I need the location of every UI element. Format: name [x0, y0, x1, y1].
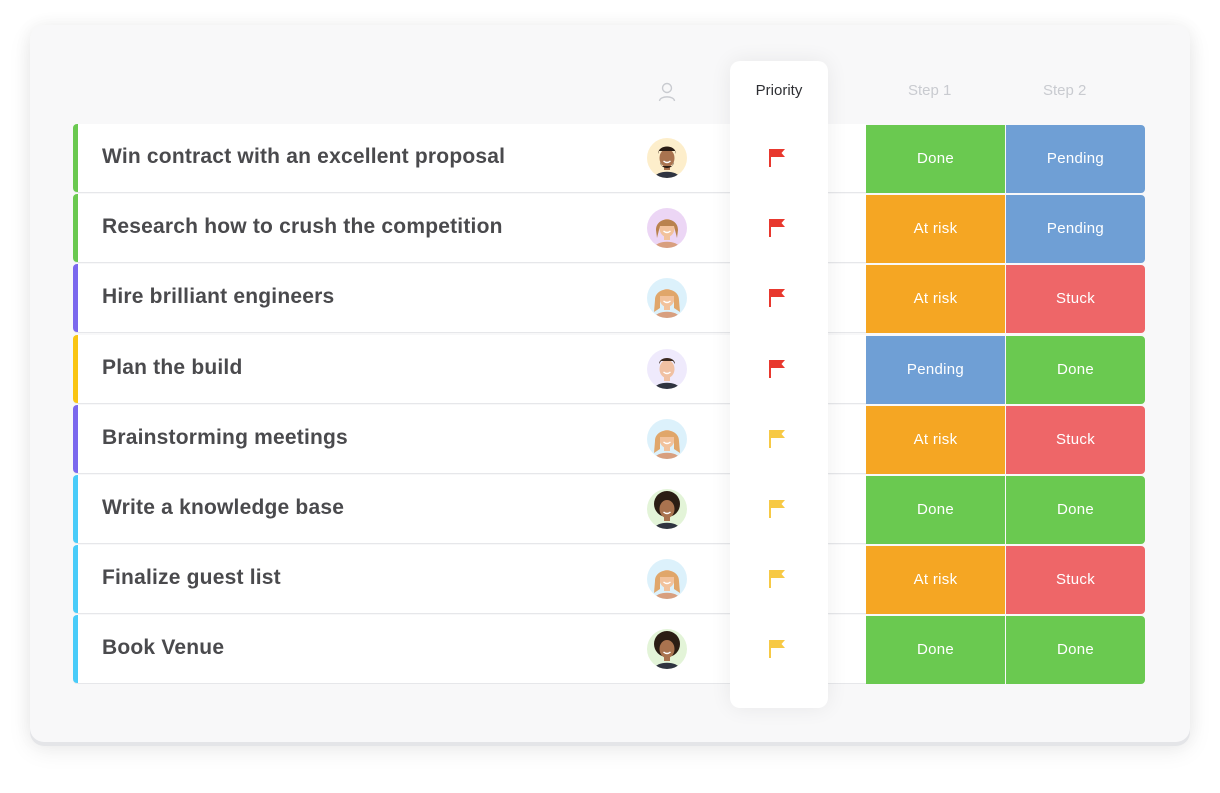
- status-cell-step1[interactable]: At risk: [866, 265, 1005, 333]
- task-color-bar: [73, 194, 78, 262]
- man-afro-avatar[interactable]: [647, 489, 687, 529]
- task-color-bar: [73, 475, 78, 543]
- task-title[interactable]: Book Venue: [102, 615, 224, 683]
- task-title[interactable]: Plan the build: [102, 335, 242, 403]
- normal-priority-flag-icon[interactable]: [768, 499, 786, 519]
- woman-blonde-avatar[interactable]: [647, 559, 687, 599]
- status-cell-step1[interactable]: At risk: [866, 546, 1005, 614]
- task-title[interactable]: Hire brilliant engineers: [102, 264, 334, 332]
- man-smile-avatar[interactable]: [647, 349, 687, 389]
- status-cell-step2[interactable]: Pending: [1006, 125, 1145, 193]
- task-color-bar: [73, 124, 78, 192]
- man-beard-avatar[interactable]: [647, 138, 687, 178]
- normal-priority-flag-icon[interactable]: [768, 639, 786, 659]
- status-cell-step2[interactable]: Done: [1006, 336, 1145, 404]
- task-color-bar: [73, 615, 78, 683]
- status-cell-step2[interactable]: Stuck: [1006, 406, 1145, 474]
- person-icon[interactable]: [658, 82, 676, 102]
- task-title[interactable]: Win contract with an excellent proposal: [102, 124, 505, 192]
- woman-blonde-avatar[interactable]: [647, 419, 687, 459]
- task-color-bar: [73, 405, 78, 473]
- normal-priority-flag-icon[interactable]: [768, 429, 786, 449]
- column-header-step1[interactable]: Step 1: [908, 82, 951, 99]
- normal-priority-flag-icon[interactable]: [768, 569, 786, 589]
- column-header-priority[interactable]: Priority: [730, 82, 828, 99]
- urgent-priority-flag-icon[interactable]: [768, 288, 786, 308]
- woman-blonde-avatar[interactable]: [647, 278, 687, 318]
- status-cell-step1[interactable]: Done: [866, 476, 1005, 544]
- status-cell-step1[interactable]: At risk: [866, 406, 1005, 474]
- task-title[interactable]: Finalize guest list: [102, 545, 281, 613]
- priority-column: Priority: [730, 61, 828, 708]
- status-cell-step2[interactable]: Pending: [1006, 195, 1145, 263]
- column-header-step2[interactable]: Step 2: [1043, 82, 1086, 99]
- urgent-priority-flag-icon[interactable]: [768, 148, 786, 168]
- status-cell-step1[interactable]: Done: [866, 616, 1005, 684]
- status-cell-step1[interactable]: At risk: [866, 195, 1005, 263]
- status-cell-step1[interactable]: Done: [866, 125, 1005, 193]
- urgent-priority-flag-icon[interactable]: [768, 359, 786, 379]
- task-color-bar: [73, 335, 78, 403]
- man-afro-avatar[interactable]: [647, 629, 687, 669]
- status-cell-step2[interactable]: Done: [1006, 476, 1145, 544]
- status-cell-step2[interactable]: Stuck: [1006, 546, 1145, 614]
- status-cell-step1[interactable]: Pending: [866, 336, 1005, 404]
- task-title[interactable]: Research how to crush the competition: [102, 194, 503, 262]
- task-color-bar: [73, 264, 78, 332]
- task-title[interactable]: Brainstorming meetings: [102, 405, 348, 473]
- woman-curly-avatar[interactable]: [647, 208, 687, 248]
- urgent-priority-flag-icon[interactable]: [768, 218, 786, 238]
- task-color-bar: [73, 545, 78, 613]
- status-cell-step2[interactable]: Done: [1006, 616, 1145, 684]
- task-title[interactable]: Write a knowledge base: [102, 475, 344, 543]
- status-cell-step2[interactable]: Stuck: [1006, 265, 1145, 333]
